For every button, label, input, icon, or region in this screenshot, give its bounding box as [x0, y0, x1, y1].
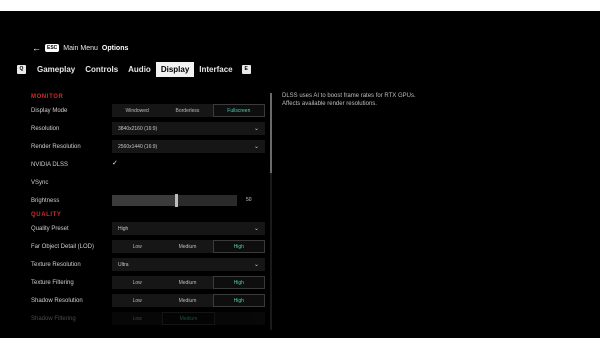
resolution-dropdown[interactable]: 3840x2160 (16:9) ⌄: [112, 122, 265, 135]
setting-render-resolution: Render Resolution 2560x1440 (16:9) ⌄: [31, 138, 265, 156]
setting-shadow-filtering: Shadow Filtering Low Medium: [31, 310, 265, 328]
setting-label: Render Resolution: [31, 144, 81, 150]
setting-nvidia-dlss: NVIDIA DLSS ✓: [31, 156, 265, 174]
scrollbar-thumb[interactable]: [270, 93, 272, 173]
arrow-left-icon[interactable]: ←: [32, 43, 41, 53]
chevron-down-icon: ⌄: [253, 126, 259, 132]
tab-controls[interactable]: Controls: [80, 62, 123, 77]
chevron-down-icon: ⌄: [253, 226, 259, 232]
tab-display[interactable]: Display: [155, 61, 195, 77]
setting-far-object-detail: Far Object Detail (LOD) Low Medium High: [31, 238, 265, 256]
texture-filtering-selector: Low Medium High: [112, 276, 265, 289]
check-icon[interactable]: ✓: [112, 159, 118, 167]
option-medium[interactable]: Medium: [162, 276, 212, 289]
option-medium[interactable]: Medium: [162, 240, 212, 253]
chevron-down-icon: ⌄: [253, 144, 259, 150]
dropdown-value: High: [118, 225, 129, 232]
option-medium[interactable]: Medium: [162, 294, 212, 307]
breadcrumb: ← ESC Main Menu Options: [32, 42, 128, 54]
tab-gameplay[interactable]: Gameplay: [32, 62, 80, 77]
esc-key-hint[interactable]: ESC: [45, 44, 60, 52]
option-low[interactable]: Low: [112, 294, 162, 307]
option-low[interactable]: Low: [112, 240, 162, 253]
slider-fill: [112, 195, 175, 206]
setting-label: Shadow Filtering: [31, 316, 76, 322]
brightness-slider[interactable]: 50: [112, 194, 265, 207]
setting-label: Brightness: [31, 198, 60, 204]
dropdown-value: 3840x2160 (16:9): [118, 125, 158, 132]
settings-list: MONITOR Display Mode Windowed Borderless…: [31, 92, 265, 328]
setting-label: Texture Resolution: [31, 262, 81, 268]
tab-interface[interactable]: Interface: [194, 62, 237, 77]
setting-shadow-resolution: Shadow Resolution Low Medium High: [31, 292, 265, 310]
setting-label: Resolution: [31, 126, 60, 132]
option-windowed[interactable]: Windowed: [112, 104, 162, 117]
option-low[interactable]: Low: [112, 312, 162, 325]
setting-label: Display Mode: [31, 108, 68, 114]
setting-display-mode: Display Mode Windowed Borderless Fullscr…: [31, 102, 265, 120]
option-high[interactable]: High: [212, 276, 265, 289]
dropdown-value: 2560x1440 (16:9): [118, 143, 158, 150]
breadcrumb-main-menu[interactable]: Main Menu: [63, 45, 98, 52]
shadow-resolution-selector: Low Medium High: [112, 294, 265, 307]
setting-vsync: VSync: [31, 174, 265, 192]
slider-handle[interactable]: [175, 194, 178, 207]
option-empty: [215, 312, 265, 325]
bottom-letterbox: [0, 338, 600, 360]
option-borderless[interactable]: Borderless: [162, 104, 212, 117]
setting-label: VSync: [31, 180, 49, 186]
option-medium[interactable]: Medium: [162, 312, 215, 325]
option-low[interactable]: Low: [112, 276, 162, 289]
setting-quality-preset: Quality Preset High ⌄: [31, 220, 265, 238]
setting-label: Shadow Resolution: [31, 298, 83, 304]
setting-description: DLSS uses AI to boost frame rates for RT…: [282, 93, 416, 107]
next-tab-key-icon[interactable]: E: [241, 64, 251, 74]
display-mode-selector: Windowed Borderless Fullscreen: [112, 104, 265, 117]
options-tabs: Q Gameplay Controls Audio Display Interf…: [17, 61, 251, 77]
setting-resolution: Resolution 3840x2160 (16:9) ⌄: [31, 120, 265, 138]
far-object-detail-selector: Low Medium High: [112, 240, 265, 253]
tab-audio[interactable]: Audio: [123, 62, 156, 77]
setting-label: Texture Filtering: [31, 280, 74, 286]
section-heading-quality: QUALITY: [31, 212, 62, 218]
shadow-filtering-selector: Low Medium: [112, 312, 265, 325]
top-letterbox: [0, 0, 600, 11]
section-heading-monitor: MONITOR: [31, 94, 64, 100]
slider-value: 50: [246, 197, 252, 203]
breadcrumb-options: Options: [101, 44, 129, 52]
option-fullscreen[interactable]: Fullscreen: [212, 104, 265, 117]
quality-preset-dropdown[interactable]: High ⌄: [112, 222, 265, 235]
option-high[interactable]: High: [212, 240, 265, 253]
setting-label: Quality Preset: [31, 226, 69, 232]
chevron-down-icon: ⌄: [253, 262, 259, 268]
texture-resolution-dropdown[interactable]: Ultra ⌄: [112, 258, 265, 271]
render-resolution-dropdown[interactable]: 2560x1440 (16:9) ⌄: [112, 140, 265, 153]
dropdown-value: Ultra: [118, 261, 129, 268]
option-high[interactable]: High: [212, 294, 265, 307]
setting-brightness: Brightness 50: [31, 192, 265, 210]
setting-texture-filtering: Texture Filtering Low Medium High: [31, 274, 265, 292]
setting-label: NVIDIA DLSS: [31, 162, 69, 168]
setting-label: Far Object Detail (LOD): [31, 244, 95, 250]
setting-texture-resolution: Texture Resolution Ultra ⌄: [31, 256, 265, 274]
prev-tab-key-icon[interactable]: Q: [17, 64, 26, 74]
settings-scrollbar[interactable]: [270, 93, 272, 330]
